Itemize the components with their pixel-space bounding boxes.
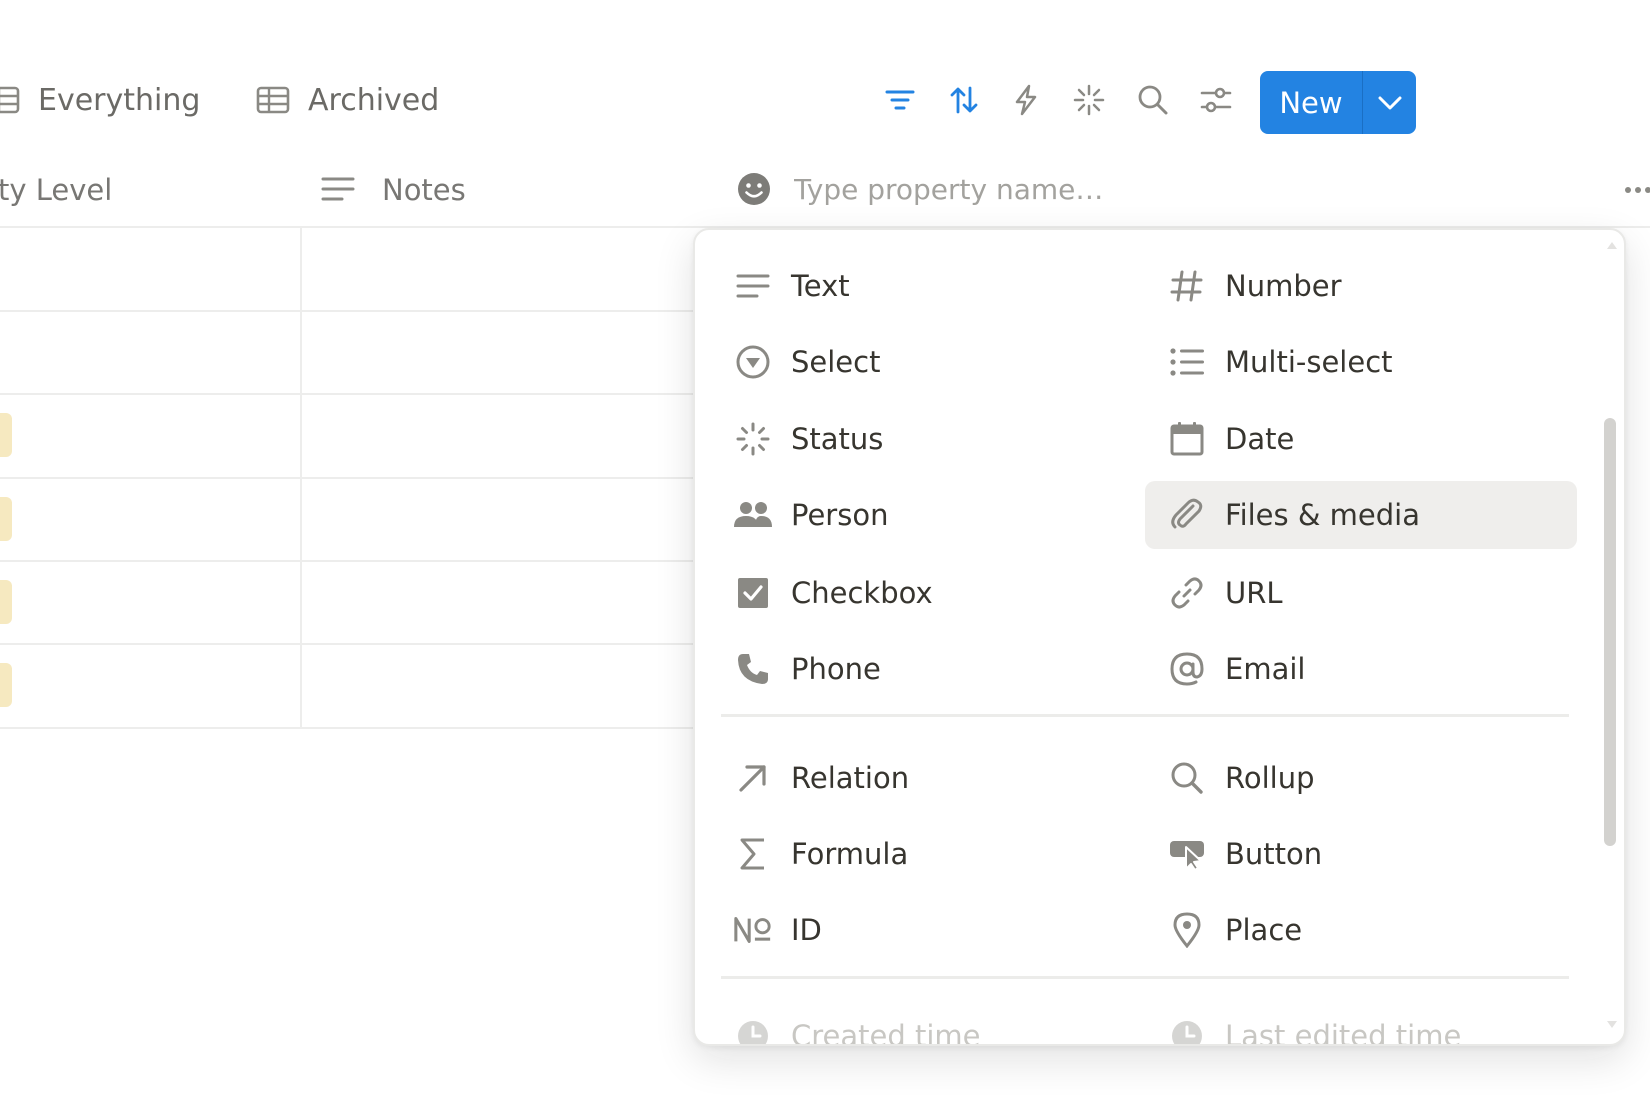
property-type-number[interactable]: Number: [1129, 252, 1561, 320]
cursor-button-icon: [1167, 834, 1207, 874]
row-divider: [0, 393, 700, 395]
property-type-checkbox[interactable]: Checkbox: [695, 559, 1127, 627]
phone-icon: [733, 649, 773, 689]
text-lines-icon: [320, 173, 360, 207]
paperclip-icon: [1167, 495, 1207, 535]
menu-divider: [721, 976, 1569, 979]
row-divider: [0, 727, 700, 729]
magnifier-icon: [1167, 758, 1207, 798]
filter-icon[interactable]: [884, 84, 916, 116]
text-icon: [733, 266, 773, 306]
people-icon: [733, 495, 773, 535]
row-divider: [0, 560, 700, 562]
pin-icon: [1167, 910, 1207, 950]
calendar-icon: [1167, 419, 1207, 459]
row-divider: [0, 477, 700, 479]
property-name-field[interactable]: [720, 158, 1600, 220]
property-name-input[interactable]: [792, 171, 1556, 207]
row-divider: [0, 310, 700, 312]
menu-divider: [721, 714, 1569, 717]
new-button-label: New: [1279, 85, 1343, 120]
property-type-rollup[interactable]: Rollup: [1129, 744, 1561, 812]
list-icon: [1167, 342, 1207, 382]
automation-icon[interactable]: [1010, 84, 1042, 116]
link-icon: [1167, 573, 1207, 613]
checkbox-icon: [733, 573, 773, 613]
new-button[interactable]: New: [1260, 71, 1416, 134]
clock-icon: [733, 1016, 773, 1044]
column-header-label: ty Level: [0, 173, 113, 207]
column-header-label: Notes: [382, 173, 466, 207]
clock-icon: [1167, 1016, 1207, 1044]
property-type-select[interactable]: Select: [695, 328, 1127, 396]
property-type-created-time[interactable]: Created time: [695, 1002, 1127, 1044]
emoji-face-icon[interactable]: [736, 171, 772, 207]
at-icon: [1167, 649, 1207, 689]
chevron-down-icon[interactable]: [1363, 94, 1416, 112]
row-divider: [0, 643, 700, 645]
view-tab-label: Everything: [38, 82, 201, 118]
priority-tag[interactable]: [0, 497, 12, 541]
select-circle-icon: [733, 342, 773, 382]
property-type-status[interactable]: Status: [695, 405, 1127, 473]
priority-tag[interactable]: [0, 663, 12, 707]
hash-icon: [1167, 266, 1207, 306]
column-header-notes[interactable]: Notes: [320, 160, 466, 220]
property-type-last-edited-time[interactable]: Last edited time: [1129, 1002, 1561, 1044]
property-type-place[interactable]: Place: [1129, 896, 1561, 964]
column-header-priority[interactable]: ty Level: [0, 160, 112, 220]
numero-icon: [733, 910, 773, 950]
arrow-up-right-icon: [733, 758, 773, 798]
view-tab-archived[interactable]: Archived: [256, 78, 439, 122]
view-tab-label: Archived: [308, 82, 440, 118]
property-type-date[interactable]: Date: [1129, 405, 1561, 473]
view-tab-everything[interactable]: Everything: [0, 78, 200, 122]
more-options-icon[interactable]: [1624, 180, 1650, 200]
property-type-multi-select[interactable]: Multi-select: [1129, 328, 1561, 396]
property-type-phone[interactable]: Phone: [695, 635, 1127, 703]
sort-icon[interactable]: [948, 84, 980, 116]
property-type-files-media[interactable]: Files & media: [1145, 481, 1577, 549]
property-type-menu: Text Select Status Person Checkbox Phone…: [693, 228, 1626, 1046]
scrollbar-thumb[interactable]: [1604, 418, 1616, 846]
property-type-id[interactable]: ID: [695, 896, 1127, 964]
table-icon: [256, 86, 290, 114]
property-type-url[interactable]: URL: [1129, 559, 1561, 627]
priority-tag[interactable]: [0, 413, 12, 457]
status-spinner-icon: [733, 419, 773, 459]
search-icon[interactable]: [1137, 84, 1169, 116]
property-type-formula[interactable]: Formula: [695, 820, 1127, 888]
table-icon: [0, 86, 20, 114]
property-type-button[interactable]: Button: [1129, 820, 1561, 888]
property-type-person[interactable]: Person: [695, 481, 1127, 549]
settings-sliders-icon[interactable]: [1200, 84, 1232, 116]
ai-sparkle-icon[interactable]: [1073, 84, 1105, 116]
sigma-icon: [733, 834, 773, 874]
priority-tag[interactable]: [0, 580, 12, 624]
property-type-relation[interactable]: Relation: [695, 744, 1127, 812]
property-type-text[interactable]: Text: [695, 252, 1127, 320]
property-type-email[interactable]: Email: [1129, 635, 1561, 703]
column-divider: [300, 228, 302, 728]
